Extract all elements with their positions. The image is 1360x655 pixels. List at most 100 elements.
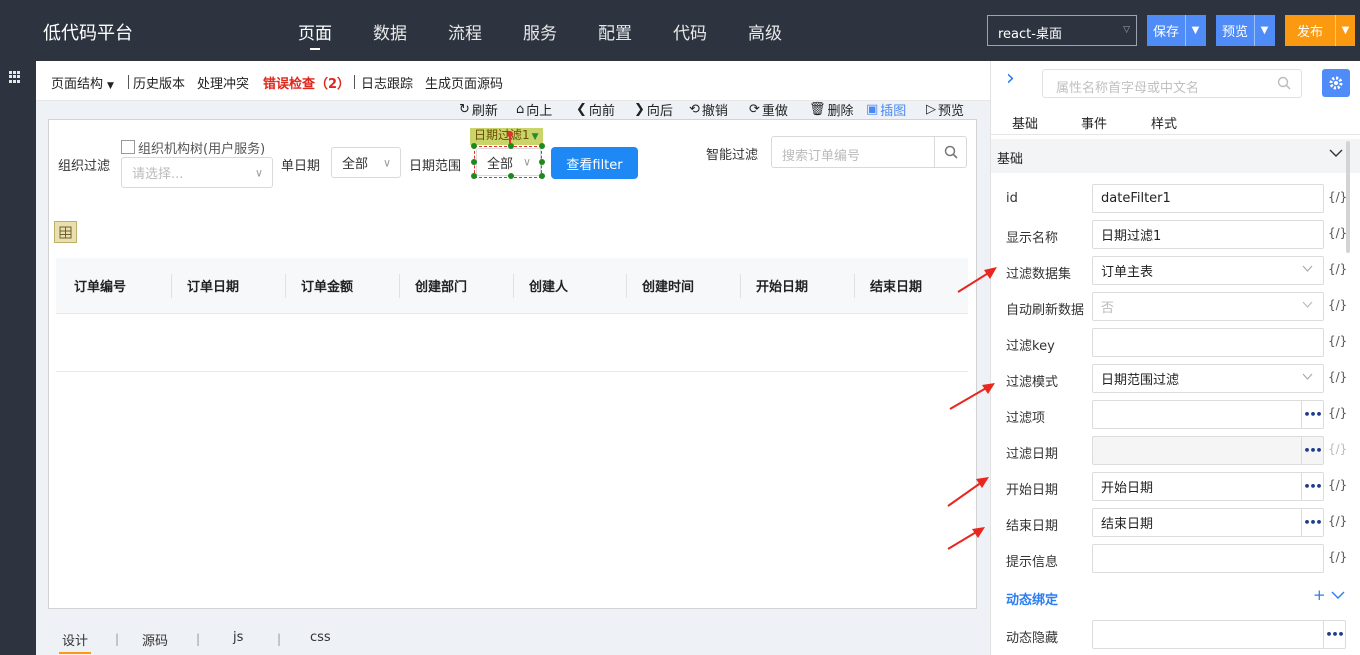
resize-handle[interactable] [508, 173, 514, 179]
tab-source[interactable]: 源码 [142, 630, 168, 649]
nav-item-code[interactable]: 代码 [673, 19, 707, 44]
grid-menu-icon[interactable] [9, 71, 21, 83]
expression-icon[interactable]: {/} [1328, 298, 1347, 312]
search-button[interactable] [934, 137, 966, 167]
expression-icon[interactable]: {/} [1328, 478, 1347, 492]
chevron-down-icon [1302, 265, 1313, 272]
history-tab[interactable]: 历史版本 [133, 73, 185, 92]
expression-icon[interactable]: {/} [1328, 226, 1347, 240]
resize-handle[interactable] [539, 173, 545, 179]
smart-search-input[interactable]: 搜索订单编号 [782, 145, 860, 164]
redo-button[interactable]: ⟳ 重做 [749, 100, 788, 119]
start-date-field[interactable]: 开始日期 ••• [1092, 472, 1324, 501]
settings-button[interactable] [1322, 69, 1350, 97]
main-nav: 页面 数据 流程 服务 配置 代码 高级 [298, 19, 823, 50]
move-backward-button[interactable]: ❯ 向后 [634, 100, 673, 119]
preview-dropdown-icon[interactable]: ▼ [1254, 15, 1274, 46]
property-search-input[interactable]: 属性名称首字母或中文名 [1056, 77, 1199, 96]
resize-handle[interactable] [471, 173, 477, 179]
gen-source-tab[interactable]: 生成页面源码 [425, 73, 503, 92]
basic-section-header[interactable]: 基础 [991, 139, 1360, 173]
delete-button[interactable]: 🗑 删除 [809, 100, 854, 119]
tip-field[interactable] [1092, 544, 1324, 573]
more-icon[interactable]: ••• [1301, 437, 1323, 464]
single-date-select[interactable]: 全部 ∨ [331, 147, 401, 178]
resize-handle[interactable] [539, 159, 545, 165]
column-header[interactable]: 订单金额 [301, 276, 353, 295]
preview-button[interactable]: 预览 [1216, 15, 1254, 46]
filter-items-field[interactable]: ••• [1092, 400, 1324, 429]
org-tree-label: 组织机构树(用户服务) [138, 142, 266, 157]
column-header[interactable]: 开始日期 [756, 276, 808, 295]
filter-mode-select[interactable]: 日期范围过滤 [1092, 364, 1324, 393]
nav-item-service[interactable]: 服务 [523, 19, 557, 44]
filter-date-field[interactable]: ••• [1092, 436, 1324, 465]
id-field[interactable]: dateFilter1 [1092, 184, 1324, 213]
more-icon[interactable]: ••• [1323, 621, 1345, 648]
resize-handle[interactable] [471, 159, 477, 165]
nav-item-flow[interactable]: 流程 [448, 19, 482, 44]
delete-label: 删除 [827, 104, 854, 119]
refresh-button[interactable]: ↻ 刷新 [459, 100, 498, 119]
table-component-icon[interactable] [54, 221, 77, 243]
tab-design[interactable]: 设计 [58, 630, 92, 654]
org-select[interactable]: 请选择... ∨ [121, 157, 273, 188]
error-check-tab[interactable]: 错误检查（2） [263, 73, 350, 92]
move-up-button[interactable]: ⌂ 向上 [516, 100, 552, 119]
filter-key-field[interactable] [1092, 328, 1324, 357]
expression-icon[interactable]: {/} [1328, 550, 1347, 564]
dynamic-hide-field[interactable]: ••• [1092, 620, 1346, 649]
query-filter-button[interactable]: 查看filter [551, 147, 638, 179]
add-icon[interactable]: + [1313, 586, 1326, 604]
org-tree-checkbox[interactable] [121, 140, 135, 154]
more-icon[interactable]: ••• [1301, 509, 1323, 536]
publish-button[interactable]: 发布 [1285, 15, 1335, 46]
tab-basic[interactable]: 基础 [1012, 113, 1038, 132]
dynamic-binding-header[interactable]: 动态绑定 + [991, 585, 1360, 609]
tab-style[interactable]: 样式 [1151, 113, 1177, 132]
more-icon[interactable]: ••• [1301, 401, 1323, 428]
screenshot-button[interactable]: ▣ 插图 [866, 100, 906, 119]
column-header[interactable]: 订单日期 [187, 276, 239, 295]
publish-dropdown-icon[interactable]: ▼ [1335, 15, 1355, 46]
design-preview-button[interactable]: ▷ 预览 [926, 100, 964, 119]
resize-handle[interactable] [539, 143, 545, 149]
column-header[interactable]: 创建部门 [415, 276, 467, 295]
env-select[interactable]: react-桌面 ▽ [987, 15, 1137, 46]
move-forward-button[interactable]: ❮ 向前 [576, 100, 615, 119]
drag-pin-icon[interactable] [507, 130, 513, 144]
log-trace-tab[interactable]: 日志跟踪 [361, 73, 413, 92]
tab-js[interactable]: js [233, 630, 243, 645]
expression-icon[interactable]: {/} [1328, 262, 1347, 276]
page-structure-tab[interactable]: 页面结构 ▼ [51, 73, 114, 92]
more-icon[interactable]: ••• [1301, 473, 1323, 500]
expression-icon[interactable]: {/} [1328, 370, 1347, 384]
column-header[interactable]: 创建人 [529, 276, 568, 295]
undo-button[interactable]: ⟲ 撤销 [689, 100, 728, 119]
display-name-field[interactable]: 日期过滤1 [1092, 220, 1324, 249]
expression-icon[interactable]: {/} [1328, 406, 1347, 420]
resize-handle[interactable] [471, 143, 477, 149]
divider [354, 75, 355, 89]
nav-item-page[interactable]: 页面 [298, 19, 332, 50]
save-dropdown-icon[interactable]: ▼ [1185, 15, 1205, 46]
tab-css[interactable]: css [310, 630, 331, 645]
expression-icon[interactable]: {/} [1328, 334, 1347, 348]
conflict-tab[interactable]: 处理冲突 [197, 73, 249, 92]
nav-item-advanced[interactable]: 高级 [748, 19, 782, 44]
chevron-down-icon[interactable] [1331, 590, 1345, 600]
scrollbar[interactable] [1346, 141, 1350, 253]
column-header[interactable]: 结束日期 [870, 276, 922, 295]
nav-item-data[interactable]: 数据 [373, 19, 407, 44]
save-button[interactable]: 保存 [1147, 15, 1185, 46]
auto-refresh-select[interactable]: 否 [1092, 292, 1324, 321]
expression-icon[interactable]: {/} [1328, 514, 1347, 528]
expression-icon[interactable]: {/} [1328, 190, 1347, 204]
column-header[interactable]: 订单编号 [74, 276, 126, 295]
tab-events[interactable]: 事件 [1081, 113, 1107, 132]
collapse-chevron-icon[interactable]: › [1006, 68, 1015, 90]
nav-item-config[interactable]: 配置 [598, 19, 632, 44]
column-header[interactable]: 创建时间 [642, 276, 694, 295]
dataset-select[interactable]: 订单主表 [1092, 256, 1324, 285]
end-date-field[interactable]: 结束日期 ••• [1092, 508, 1324, 537]
